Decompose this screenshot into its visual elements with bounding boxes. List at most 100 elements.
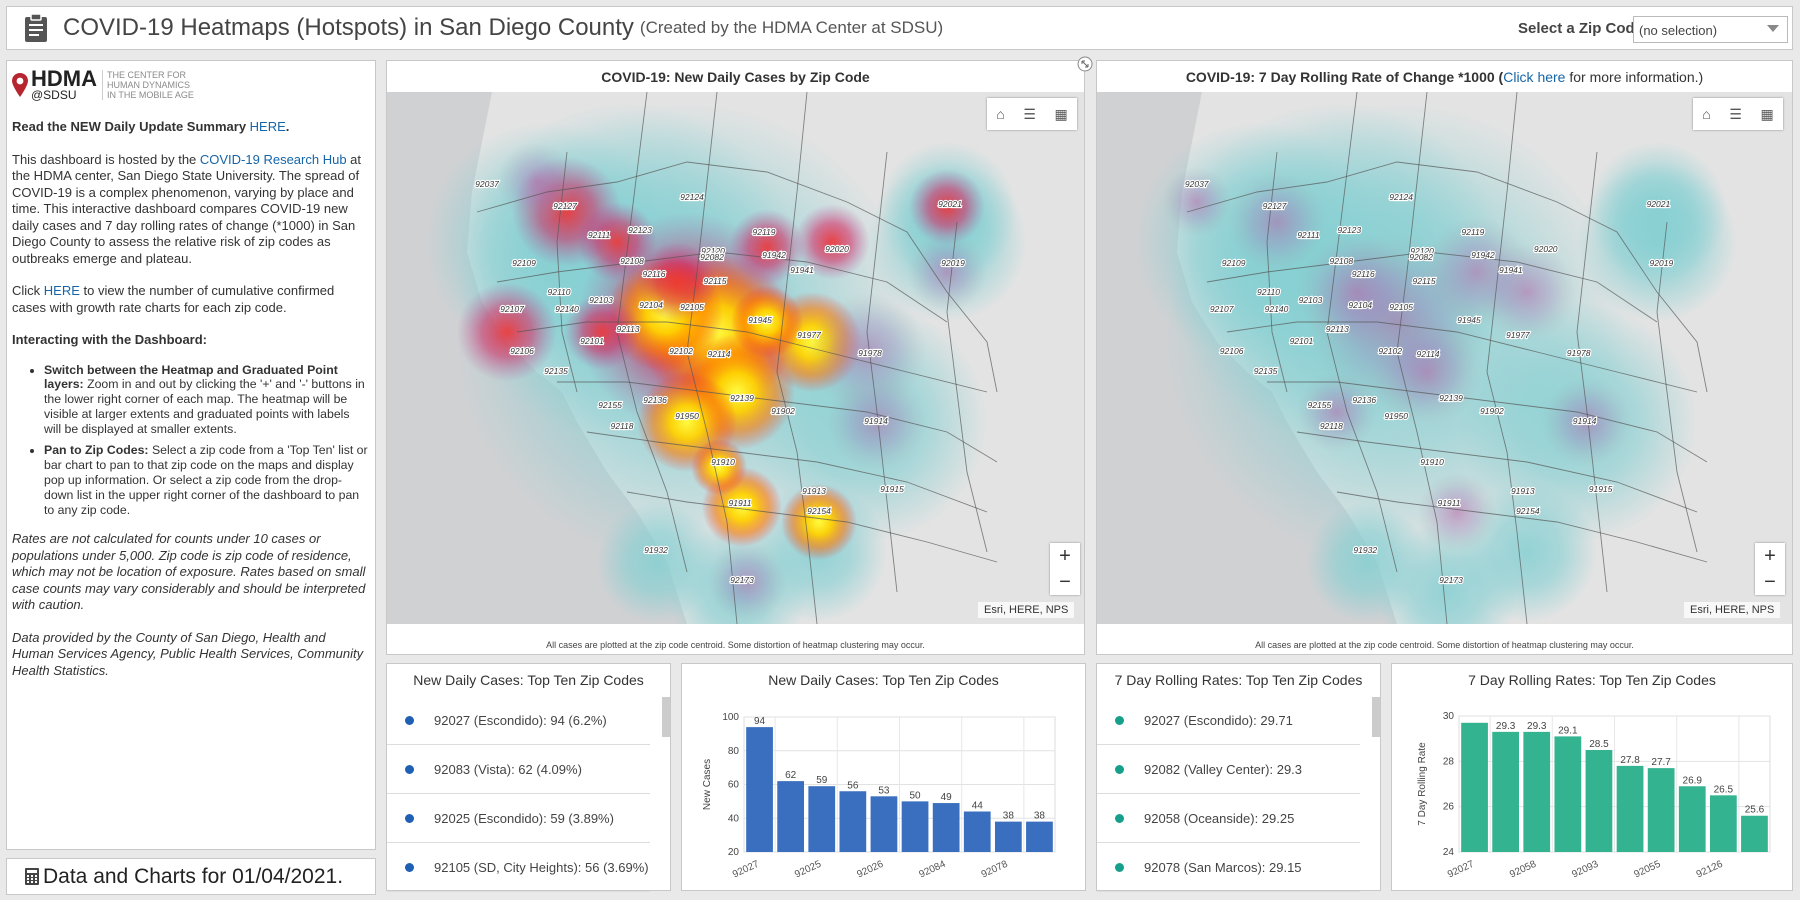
- bar-92083[interactable]: [1616, 765, 1644, 852]
- daily-cases-bar-chart-panel: New Daily Cases: Top Ten Zip Codes 20 40 6…: [681, 663, 1086, 891]
- bar-92025[interactable]: [808, 786, 836, 852]
- basemap-gallery-icon[interactable]: ▦: [1760, 106, 1773, 123]
- bar-92058[interactable]: [1523, 731, 1551, 852]
- list-item[interactable]: 92082 (Valley Center): 29.3: [1097, 745, 1360, 794]
- zip-label: 92135: [544, 366, 568, 376]
- bar-92026[interactable]: [870, 796, 898, 852]
- bar-92113[interactable]: [994, 821, 1022, 852]
- zip-label: 91902: [1480, 406, 1504, 416]
- bar-92078[interactable]: [963, 811, 991, 853]
- zip-label: 92136: [1352, 395, 1376, 405]
- series-dot-icon: [1115, 764, 1124, 774]
- more-info-link[interactable]: Click here: [1503, 69, 1565, 85]
- bar-value-label: 29.1: [1558, 725, 1578, 736]
- zoom-in-button[interactable]: +: [1050, 543, 1080, 569]
- zip-label: 91945: [748, 315, 772, 325]
- y-tick-label: 40: [728, 813, 740, 824]
- zip-label: 92021: [938, 199, 962, 209]
- zip-label: 92108: [1329, 256, 1353, 266]
- zip-label: 91913: [1511, 486, 1535, 496]
- list-item-label: 92058 (Oceanside): 29.25: [1144, 810, 1295, 826]
- list-item[interactable]: 92027 (Escondido): 94 (6.2%): [387, 696, 650, 745]
- zip-label: 92114: [707, 349, 730, 359]
- zip-label: 92124: [680, 192, 704, 202]
- bar-92114[interactable]: [1026, 821, 1053, 852]
- home-icon[interactable]: ⌂: [996, 106, 1004, 122]
- map-title: COVID-19: 7 Day Rolling Rate of Change *…: [1185, 69, 1704, 85]
- list-scrollbar[interactable]: [662, 697, 670, 737]
- series-dot-icon: [1115, 715, 1124, 725]
- list-item[interactable]: 92105 (SD, City Heights): 56 (3.69%): [387, 843, 650, 892]
- expand-icon[interactable]: [1077, 56, 1093, 72]
- zip-label: 92106: [510, 346, 534, 356]
- basemap-gallery-icon[interactable]: ▦: [1054, 106, 1067, 123]
- legend-list-icon[interactable]: ☰: [1023, 106, 1036, 123]
- zip-code-select[interactable]: (no selection): [1633, 16, 1788, 43]
- x-tick-label: 92084: [918, 859, 948, 881]
- bar-92084[interactable]: [901, 801, 929, 852]
- daily-cases-heatmap[interactable]: 92037 92127 92124 92021 92111 92123 92119 92020…: [387, 92, 1084, 624]
- bar-value-label: 25.6: [1745, 805, 1765, 816]
- zip-label: 91915: [880, 484, 904, 494]
- list-item[interactable]: 92025 (Escondido): 59 (3.89%): [387, 794, 650, 843]
- list-item[interactable]: 92078 (San Marcos): 29.15: [1097, 843, 1360, 892]
- zip-label: 92118: [610, 421, 633, 431]
- zip-label: 92101: [1290, 336, 1314, 346]
- zip-label: 92113: [1326, 324, 1349, 334]
- map-attribution: Esri, HERE, NPS: [978, 602, 1075, 618]
- bar-92025[interactable]: [1678, 786, 1706, 852]
- logo-tag-line: IN THE MOBILE AGE: [107, 90, 194, 100]
- zip-label: 92109: [512, 258, 536, 268]
- bar-92093[interactable]: [1585, 750, 1613, 852]
- bar-value-label: 26.5: [1714, 784, 1734, 795]
- rolling-rate-top-ten-list: 7 Day Rolling Rates: Top Ten Zip Codes 9…: [1096, 663, 1381, 892]
- y-tick-label: 24: [1443, 847, 1455, 858]
- zip-label: 92140: [555, 304, 579, 314]
- bar-value-label: 28.5: [1589, 739, 1609, 750]
- daily-update-link[interactable]: HERE: [250, 119, 286, 134]
- zip-label: 91950: [675, 411, 699, 421]
- bar-92027[interactable]: [746, 727, 773, 852]
- bar-92082[interactable]: [1492, 731, 1520, 852]
- list-item[interactable]: 92083 (Vista): 62 (4.09%): [387, 745, 650, 794]
- legend-list-icon[interactable]: ☰: [1729, 106, 1742, 123]
- zip-label: 92114: [1417, 349, 1440, 359]
- bar-92105[interactable]: [839, 791, 867, 852]
- research-hub-link[interactable]: COVID-19 Research Hub: [200, 152, 347, 167]
- bar-92078[interactable]: [1554, 736, 1582, 852]
- zoom-out-button[interactable]: −: [1755, 569, 1785, 595]
- bar-92055[interactable]: [1647, 768, 1675, 852]
- zip-label: 92105: [680, 302, 704, 312]
- home-icon[interactable]: ⌂: [1702, 106, 1710, 122]
- series-dot-icon: [405, 715, 414, 725]
- zoom-out-button[interactable]: −: [1050, 569, 1080, 595]
- zip-label: 91950: [1384, 411, 1408, 421]
- zip-label: 91911: [728, 498, 751, 508]
- zip-label: 92104: [1348, 300, 1372, 310]
- list-item[interactable]: 92058 (Oceanside): 29.25: [1097, 794, 1360, 843]
- y-tick-label: 30: [1443, 711, 1455, 722]
- rolling-rate-heatmap[interactable]: 92037 92127 92124 92021 92111 92123 92119 92020…: [1097, 92, 1792, 624]
- zip-label: 92154: [807, 506, 831, 516]
- zip-label: 92103: [1299, 295, 1323, 305]
- bar-92069[interactable]: [932, 803, 960, 852]
- bar-92126[interactable]: [1709, 795, 1737, 852]
- zip-label: 92111: [1297, 230, 1320, 240]
- bar-92027[interactable]: [1461, 722, 1488, 852]
- zip-label: 91942: [762, 250, 786, 260]
- zip-label: 91932: [1353, 545, 1377, 555]
- zip-label: 91942: [1471, 250, 1495, 260]
- zoom-in-button[interactable]: +: [1755, 543, 1785, 569]
- zip-label: 92173: [1439, 575, 1463, 585]
- bar-92083[interactable]: [777, 781, 805, 852]
- x-tick-label: 92027: [731, 859, 761, 881]
- cumulative-link[interactable]: HERE: [44, 283, 80, 298]
- list-item[interactable]: 92027 (Escondido): 29.71: [1097, 696, 1360, 745]
- zip-label: 92102: [669, 346, 693, 356]
- list-scrollbar[interactable]: [1372, 697, 1380, 737]
- series-dot-icon: [1115, 813, 1124, 823]
- clipboard-icon: [25, 13, 47, 42]
- x-tick-label: 92058: [1508, 859, 1538, 881]
- bar-92105[interactable]: [1741, 815, 1768, 852]
- zip-select-value: (no selection): [1639, 23, 1718, 38]
